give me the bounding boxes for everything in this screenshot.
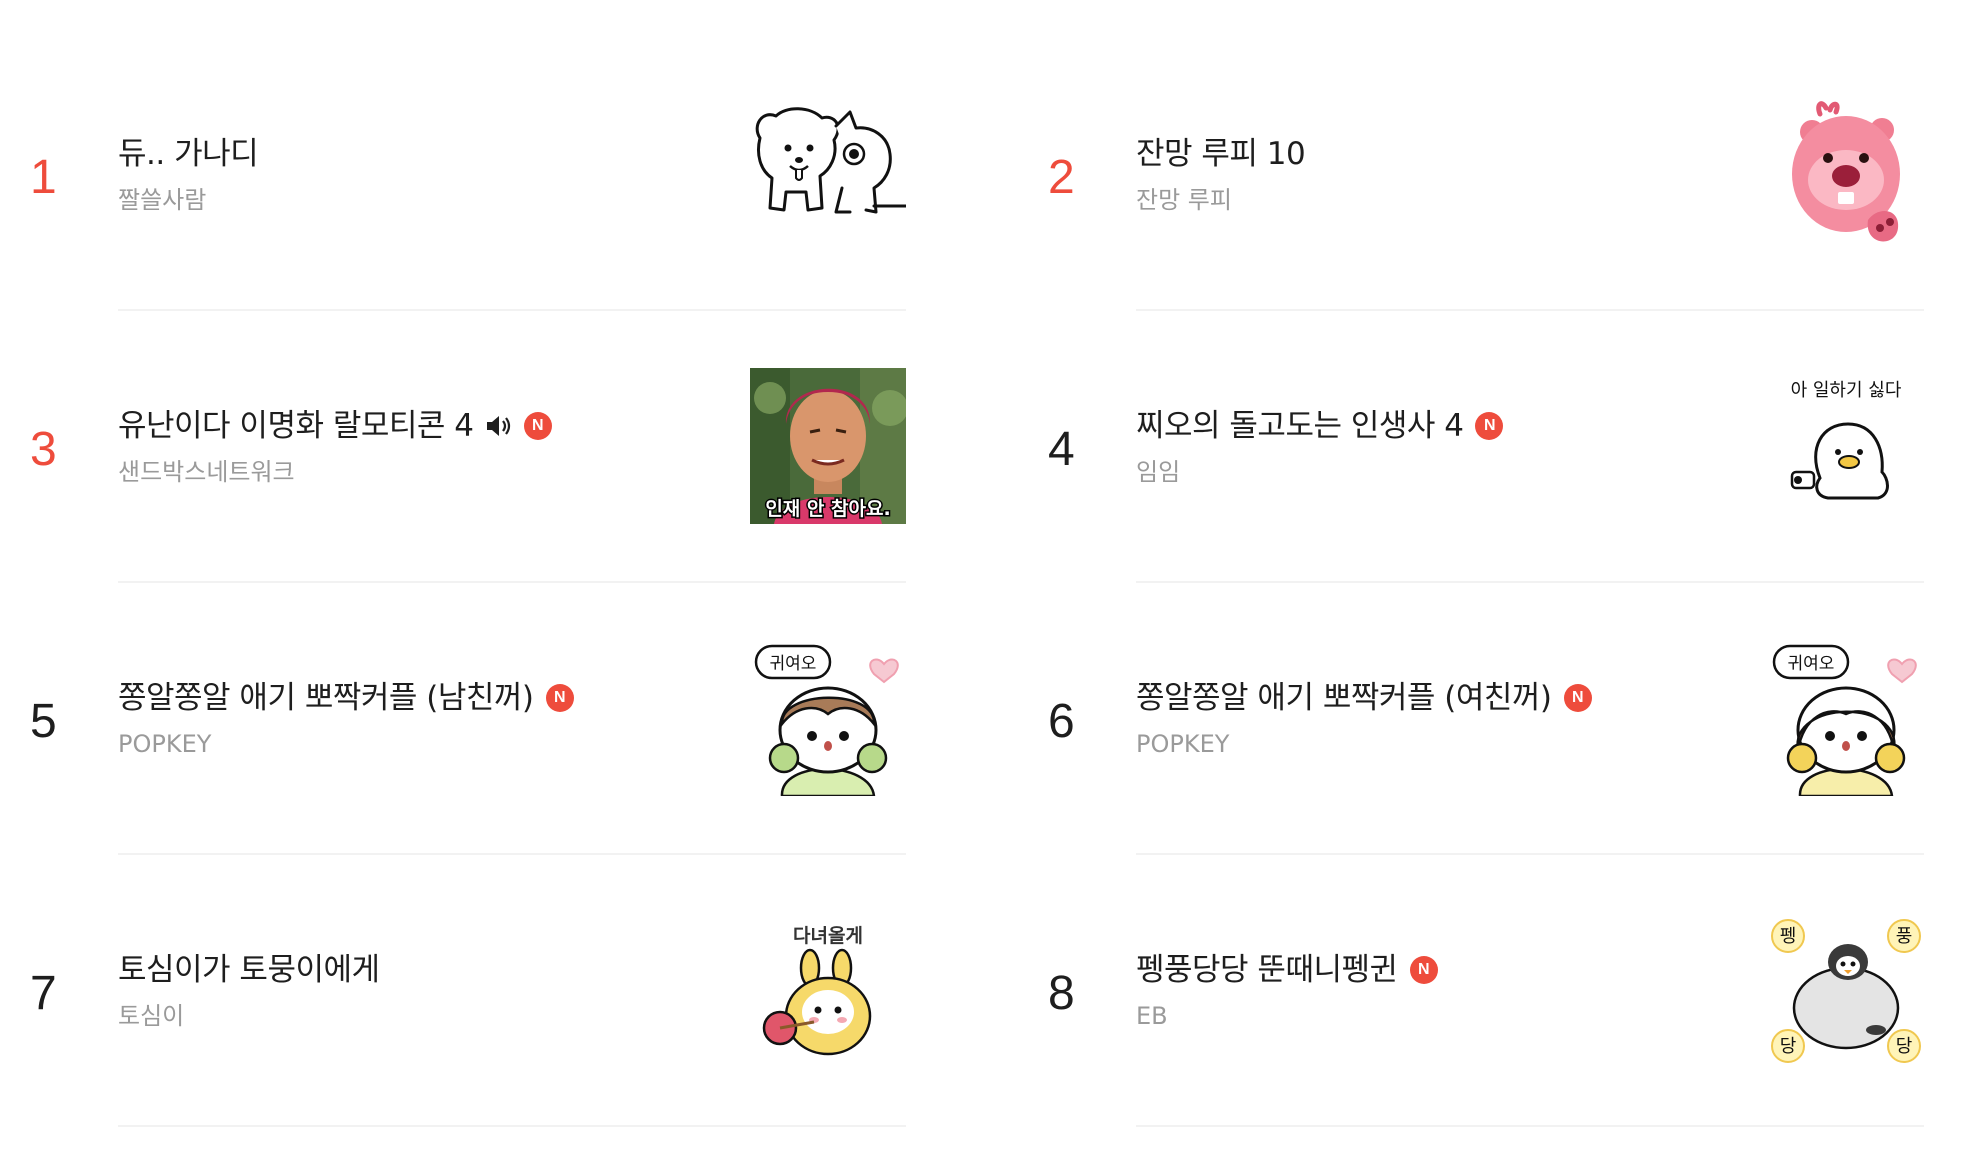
ranking-item-8[interactable]: 8 펭풍당당 뚠때니펭귄 N EB 펭 풍 당 당	[1018, 816, 1972, 1127]
item-title-text[interactable]: 쫑알쫑알 애기 뽀짝커플 (남친꺼)	[118, 678, 534, 718]
item-title[interactable]: 토심이가 토뭉이에게	[118, 950, 380, 990]
item-title[interactable]: 찌오의 돌고도는 인생사 4 N	[1136, 406, 1504, 446]
ranking-item-6[interactable]: 6 쫑알쫑알 애기 뽀짝커플 (여친꺼) N POPKEY 귀여오	[1018, 544, 1972, 855]
ranking-item-5[interactable]: 5 쫑알쫑알 애기 뽀짝커플 (남친꺼) N POPKEY 귀여오	[0, 544, 1000, 855]
item-author[interactable]: POPKEY	[118, 728, 211, 760]
new-badge-icon: N	[1563, 684, 1592, 712]
item-author[interactable]: 샌드박스네트워크	[118, 456, 295, 488]
item-author[interactable]: 임임	[1136, 456, 1180, 488]
rank-number: 3	[30, 423, 57, 476]
new-badge-icon: N	[1475, 412, 1504, 440]
thumbnail-woman-photo-image[interactable]: 인재 안 참아요.	[750, 368, 906, 524]
thumbnail-caption: 귀여오	[770, 654, 817, 674]
new-badge-icon: N	[1409, 956, 1438, 984]
thumbnail-puppy-cat-image[interactable]	[750, 96, 906, 252]
item-title[interactable]: 잔망 루피 10	[1136, 134, 1306, 174]
emoticon-ranking-grid: 1 듀.. 가나디 짤쓸사람 2 잔망 루피 10 잔망 루피 3 유난이다 이…	[0, 0, 1972, 1160]
rank-number: 2	[1048, 151, 1075, 204]
item-title-text[interactable]: 쫑알쫑알 애기 뽀짝커플 (여친꺼)	[1136, 678, 1552, 718]
item-author[interactable]: 토심이	[118, 1000, 184, 1032]
thumbnail-caption: 아 일하기 싫다	[1791, 380, 1902, 401]
item-author[interactable]: EB	[1136, 1000, 1168, 1032]
thumbnail-boy-character-image[interactable]: 귀여오	[750, 640, 906, 796]
item-author[interactable]: 잔망 루피	[1136, 184, 1232, 216]
ranking-item-1[interactable]: 1 듀.. 가나디 짤쓸사람	[0, 0, 1000, 311]
thumbnail-bunny-image[interactable]: 다녀올게	[750, 912, 906, 1068]
item-title-text[interactable]: 듀.. 가나디	[118, 134, 259, 174]
thumbnail-caption-char-2: 풍	[1896, 926, 1913, 947]
row-divider	[1136, 1125, 1924, 1127]
thumbnail-caption: 다녀올게	[793, 925, 863, 947]
thumbnail-caption: 귀여오	[1788, 654, 1835, 674]
thumbnail-caption-char-4: 당	[1896, 1036, 1913, 1057]
ranking-item-3[interactable]: 3 유난이다 이명화 랄모티콘 4 N 샌드박스네트워크 인재 안 참아요.	[0, 272, 1000, 583]
ranking-item-7[interactable]: 7 토심이가 토뭉이에게 토심이 다녀올게	[0, 816, 1000, 1127]
rank-number: 8	[1048, 967, 1075, 1020]
ranking-item-4[interactable]: 4 찌오의 돌고도는 인생사 4 N 임임 아 일하기 싫다	[1018, 272, 1972, 583]
item-title[interactable]: 펭풍당당 뚠때니펭귄 N	[1136, 950, 1438, 990]
thumbnail-girl-character-image[interactable]: 귀여오	[1768, 640, 1924, 796]
rank-number: 5	[30, 695, 57, 748]
rank-number: 1	[30, 151, 57, 204]
thumbnail-caption: 인재 안 참아요.	[765, 498, 890, 520]
item-author[interactable]: 짤쓸사람	[118, 184, 206, 216]
thumbnail-pink-beaver-image[interactable]	[1768, 96, 1924, 252]
item-title-text[interactable]: 토심이가 토뭉이에게	[118, 950, 380, 990]
new-badge-icon: N	[523, 412, 552, 440]
item-title-text[interactable]: 찌오의 돌고도는 인생사 4	[1136, 406, 1464, 446]
thumbnail-caption-char-3: 당	[1780, 1036, 1797, 1057]
row-divider	[118, 1125, 906, 1127]
rank-number: 6	[1048, 695, 1075, 748]
item-title[interactable]: 쫑알쫑알 애기 뽀짝커플 (남친꺼) N	[118, 678, 574, 718]
sound-icon	[486, 416, 510, 436]
thumbnail-duck-image[interactable]: 아 일하기 싫다	[1768, 368, 1924, 524]
ranking-item-2[interactable]: 2 잔망 루피 10 잔망 루피	[1018, 0, 1972, 311]
item-title[interactable]: 듀.. 가나디	[118, 134, 259, 174]
item-author[interactable]: POPKEY	[1136, 728, 1229, 760]
item-title-text[interactable]: 펭풍당당 뚠때니펭귄	[1136, 950, 1398, 990]
item-title-text[interactable]: 유난이다 이명화 랄모티콘 4	[118, 406, 474, 446]
item-title[interactable]: 유난이다 이명화 랄모티콘 4 N	[118, 406, 552, 446]
thumbnail-penguin-image[interactable]: 펭 풍 당 당	[1768, 912, 1924, 1068]
new-badge-icon: N	[545, 684, 574, 712]
item-title-text[interactable]: 잔망 루피 10	[1136, 134, 1306, 174]
item-title[interactable]: 쫑알쫑알 애기 뽀짝커플 (여친꺼) N	[1136, 678, 1592, 718]
thumbnail-caption-char-1: 펭	[1780, 926, 1797, 947]
rank-number: 7	[30, 967, 57, 1020]
rank-number: 4	[1048, 423, 1075, 476]
